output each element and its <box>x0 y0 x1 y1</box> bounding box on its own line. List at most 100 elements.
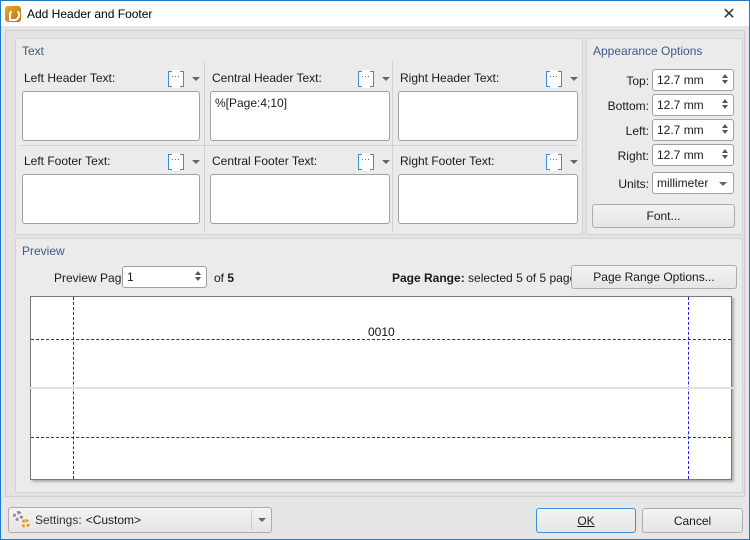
central-header-label: Central Header Text: <box>212 71 322 85</box>
left-header-macro-button[interactable] <box>166 69 200 89</box>
left-footer-input[interactable] <box>22 174 200 224</box>
preview-page-spinner[interactable]: 1 <box>122 266 207 288</box>
right-footer-label: Right Footer Text: <box>400 154 495 168</box>
left-header-label: Left Header Text: <box>24 71 116 85</box>
page-range-selected: 5 <box>516 271 523 285</box>
app-icon <box>5 5 21 22</box>
of-label: of <box>214 271 225 285</box>
preview-group-title: Preview <box>22 244 65 258</box>
preview-canvas: 0010 <box>27 296 737 480</box>
dialog-body: Text Left Header Text: Central Header Te… <box>5 30 745 497</box>
page-range-of: of <box>526 271 537 285</box>
top-margin-guide <box>31 339 731 340</box>
left-header-cell: Left Header Text: <box>22 69 200 143</box>
text-group: Text Left Header Text: Central Header Te… <box>15 38 583 235</box>
spin-arrows-icon[interactable] <box>721 99 729 112</box>
settings-combo[interactable]: Settings: <Custom> <box>8 507 272 533</box>
spin-arrows-icon[interactable] <box>721 124 729 137</box>
left-footer-macro-button[interactable] <box>166 152 200 172</box>
macro-icon <box>168 70 184 88</box>
chevron-down-icon <box>382 160 390 164</box>
right-margin-value: 12.7 mm <box>657 148 704 162</box>
total-pages-value: 5 <box>227 271 235 285</box>
units-label: Units: <box>618 177 649 191</box>
chevron-down-icon <box>719 182 727 186</box>
central-header-cell: Central Header Text: <box>210 69 390 143</box>
appearance-group-title: Appearance Options <box>593 44 703 58</box>
macro-icon <box>546 153 562 171</box>
macro-icon <box>358 153 374 171</box>
left-header-input[interactable] <box>22 91 200 141</box>
chevron-down-icon <box>258 518 266 522</box>
right-footer-macro-button[interactable] <box>544 152 578 172</box>
window-title: Add Header and Footer <box>27 6 153 21</box>
bottom-margin-spinner[interactable]: 12.7 mm <box>652 94 734 116</box>
dialog-window: Add Header and Footer ✕ Text Left Header… <box>0 0 750 540</box>
appearance-group: Appearance Options Top: 12.7 mm Bottom: … <box>586 38 743 235</box>
right-header-macro-button[interactable] <box>544 69 578 89</box>
divider <box>392 61 393 233</box>
chevron-down-icon <box>192 77 200 81</box>
central-footer-input[interactable] <box>210 174 390 224</box>
page-range-prefix: selected <box>468 271 513 285</box>
central-footer-cell: Central Footer Text: <box>210 152 390 226</box>
page-range-options-button[interactable]: Page Range Options... <box>571 265 737 289</box>
page-range-label: Page Range: <box>392 271 465 285</box>
preview-page-label: Preview Page <box>54 271 129 285</box>
units-select[interactable]: millimeter <box>652 172 734 194</box>
top-margin-spinner[interactable]: 12.7 mm <box>652 69 734 91</box>
preview-group: Preview Preview Page 1 of 5 Page Range: … <box>15 238 743 493</box>
bottom-margin-value: 12.7 mm <box>657 98 704 112</box>
macro-icon <box>168 153 184 171</box>
header-preview-text: 0010 <box>368 325 395 339</box>
right-footer-input[interactable] <box>398 174 578 224</box>
left-margin-label: Left: <box>625 124 649 138</box>
chevron-down-icon <box>570 77 578 81</box>
page-break <box>27 387 737 389</box>
title-bar: Add Header and Footer ✕ <box>1 1 749 26</box>
left-margin-value: 12.7 mm <box>657 123 704 137</box>
spin-arrows-icon[interactable] <box>721 149 729 162</box>
page-range-total: 5 <box>539 271 547 285</box>
preview-page-value: 1 <box>127 270 134 284</box>
text-group-title: Text <box>22 44 45 58</box>
central-footer-label: Central Footer Text: <box>212 154 318 168</box>
ok-button[interactable]: OK <box>536 508 636 533</box>
left-footer-label: Left Footer Text: <box>24 154 111 168</box>
bottom-margin-guide <box>31 437 731 438</box>
gear-icon <box>13 511 31 529</box>
left-margin-spinner[interactable]: 12.7 mm <box>652 119 734 141</box>
spin-arrows-icon[interactable] <box>194 271 202 284</box>
right-header-cell: Right Header Text: <box>398 69 578 143</box>
right-margin-label: Right: <box>617 149 649 163</box>
settings-label: Settings: <box>35 513 82 527</box>
chevron-down-icon <box>382 77 390 81</box>
central-footer-macro-button[interactable] <box>356 152 390 172</box>
total-pages-text: of 5 <box>214 271 234 285</box>
chevron-down-icon <box>192 160 200 164</box>
top-margin-value: 12.7 mm <box>657 73 704 87</box>
right-header-input[interactable] <box>398 91 578 141</box>
top-margin-label: Top: <box>626 74 649 88</box>
close-icon[interactable]: ✕ <box>709 1 749 26</box>
divider <box>20 145 578 146</box>
central-header-macro-button[interactable] <box>356 69 390 89</box>
right-margin-spinner[interactable]: 12.7 mm <box>652 144 734 166</box>
cancel-button-label: Cancel <box>673 513 712 528</box>
left-footer-cell: Left Footer Text: <box>22 152 200 226</box>
cancel-button[interactable]: Cancel <box>642 508 743 533</box>
settings-value: <Custom> <box>85 513 142 527</box>
right-footer-cell: Right Footer Text: <box>398 152 578 226</box>
font-button[interactable]: Font... <box>592 204 735 228</box>
chevron-down-icon <box>570 160 578 164</box>
ok-button-label: OK <box>577 513 595 528</box>
settings-dropdown-toggle[interactable] <box>251 510 271 530</box>
spin-arrows-icon[interactable] <box>721 74 729 87</box>
divider <box>204 61 205 233</box>
bottom-margin-label: Bottom: <box>607 99 649 113</box>
central-header-input[interactable] <box>210 91 390 141</box>
units-value: millimeter <box>657 176 709 190</box>
right-header-label: Right Header Text: <box>400 71 500 85</box>
page-range-text: Page Range: selected 5 of 5 pages <box>392 271 582 285</box>
macro-icon <box>358 70 374 88</box>
